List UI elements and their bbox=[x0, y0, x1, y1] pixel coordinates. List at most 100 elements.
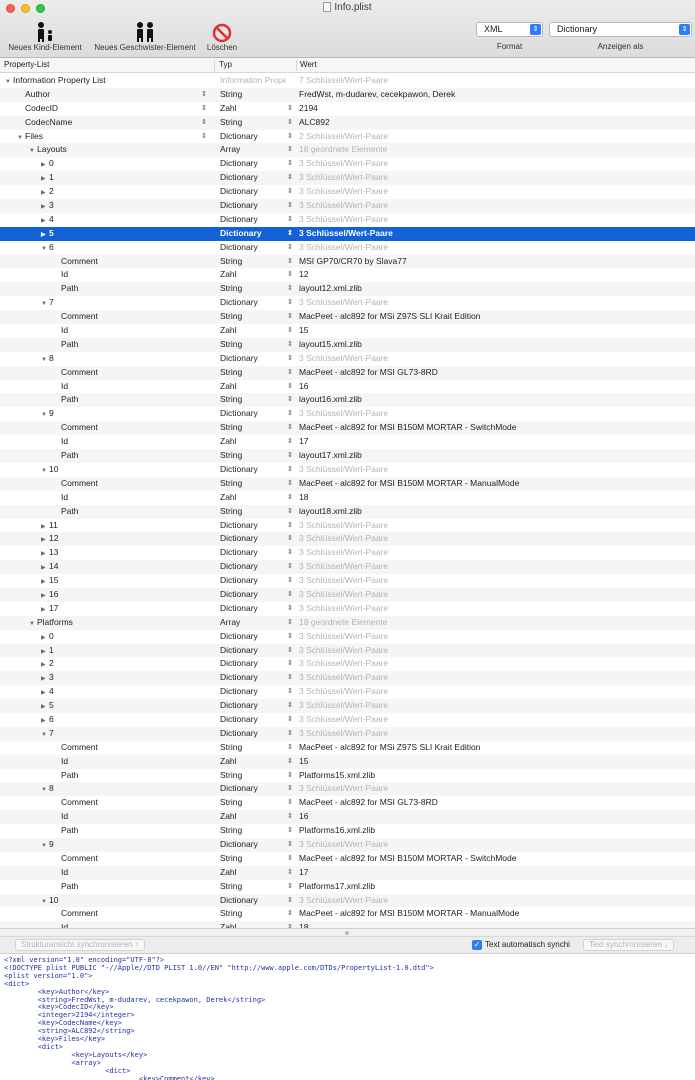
row-type[interactable]: Dictionary bbox=[220, 227, 286, 241]
row-type[interactable]: Dictionary bbox=[220, 560, 286, 574]
outline-row[interactable]: ▼ Information Property List Information Pr… bbox=[0, 74, 695, 88]
row-key[interactable]: Path bbox=[0, 824, 212, 838]
row-key[interactable]: Path bbox=[0, 449, 212, 463]
row-type[interactable]: Dictionary bbox=[220, 296, 286, 310]
type-popup-arrows-icon[interactable]: ⇕ bbox=[287, 894, 293, 908]
type-popup-arrows-icon[interactable]: ⇕ bbox=[287, 282, 293, 296]
type-popup-arrows-icon[interactable]: ⇕ bbox=[287, 699, 293, 713]
row-type[interactable]: String bbox=[220, 852, 286, 866]
outline-row[interactable]: ▶ 2 Dictionary ⇕ 3 Schlüssel/Wert-Paare bbox=[0, 657, 695, 671]
row-value[interactable]: 3 Schlüssel/Wert-Paare bbox=[299, 699, 388, 713]
outline-row[interactable]: ▶ 3 Dictionary ⇕ 3 Schlüssel/Wert-Paare bbox=[0, 671, 695, 686]
row-value[interactable]: MacPeet - alc892 for MSI B150M MORTAR - … bbox=[299, 907, 519, 921]
row-type[interactable]: Dictionary bbox=[220, 588, 286, 602]
row-type[interactable]: String bbox=[220, 880, 286, 894]
row-value[interactable]: ALC892 bbox=[299, 116, 330, 130]
row-type[interactable]: Dictionary bbox=[220, 199, 286, 213]
row-key[interactable]: Path bbox=[0, 880, 212, 894]
row-value[interactable]: 3 Schlüssel/Wert-Paare bbox=[299, 588, 388, 602]
type-popup-arrows-icon[interactable]: ⇕ bbox=[287, 588, 293, 602]
type-popup-arrows-icon[interactable]: ⇕ bbox=[287, 352, 293, 366]
row-value[interactable]: 3 Schlüssel/Wert-Paare bbox=[299, 407, 388, 421]
row-type[interactable]: Dictionary bbox=[220, 644, 286, 658]
row-key[interactable]: Path bbox=[0, 338, 212, 352]
row-value[interactable]: 3 Schlüssel/Wert-Paare bbox=[299, 463, 388, 477]
type-popup-arrows-icon[interactable]: ⇕ bbox=[287, 296, 293, 310]
row-key[interactable]: Comment bbox=[0, 796, 212, 810]
type-popup-arrows-icon[interactable]: ⇕ bbox=[287, 449, 293, 463]
key-popup-arrows-icon[interactable]: ⇕ bbox=[201, 102, 207, 116]
type-popup-arrows-icon[interactable]: ⇕ bbox=[287, 532, 293, 546]
type-popup-arrows-icon[interactable]: ⇕ bbox=[287, 241, 293, 255]
outline-row[interactable]: CodecID ⇕ Zahl ⇕ 2194 bbox=[0, 102, 695, 116]
row-key[interactable]: Id bbox=[0, 380, 212, 394]
key-popup-arrows-icon[interactable]: ⇕ bbox=[201, 88, 207, 102]
row-value[interactable]: 15 bbox=[299, 324, 308, 338]
outline-row[interactable]: ▶ 16 Dictionary ⇕ 3 Schlüssel/Wert-Paare bbox=[0, 587, 695, 602]
row-value[interactable]: Platforms17.xml.zlib bbox=[299, 880, 375, 894]
type-popup-arrows-icon[interactable]: ⇕ bbox=[287, 546, 293, 560]
key-popup-arrows-icon[interactable]: ⇕ bbox=[201, 130, 207, 144]
outline-row[interactable]: ▼ 10 Dictionary ⇕ 3 Schlüssel/Wert-Paare bbox=[0, 463, 695, 477]
outline-row[interactable]: ▶ 2 Dictionary ⇕ 3 Schlüssel/Wert-Paare bbox=[0, 185, 695, 199]
outline-row[interactable]: ▶ 14 Dictionary ⇕ 3 Schlüssel/Wert-Paare bbox=[0, 560, 695, 575]
row-type[interactable]: Dictionary bbox=[220, 685, 286, 699]
row-key[interactable]: Comment bbox=[0, 907, 212, 921]
outline-row[interactable]: Comment String ⇕ MacPeet - alc892 for MSI B… bbox=[0, 421, 695, 436]
row-type[interactable]: Array bbox=[220, 616, 286, 630]
outline-row[interactable]: Id Zahl ⇕ 16 bbox=[0, 380, 695, 394]
outline-row[interactable]: ▼ 6 Dictionary ⇕ 3 Schlüssel/Wert-Paare bbox=[0, 241, 695, 255]
type-popup-arrows-icon[interactable]: ⇕ bbox=[287, 255, 293, 269]
row-value[interactable]: MacPeet - alc892 for MSI GL73-8RD bbox=[299, 366, 438, 380]
type-popup-arrows-icon[interactable]: ⇕ bbox=[287, 227, 293, 241]
type-popup-arrows-icon[interactable]: ⇕ bbox=[287, 810, 293, 824]
row-type[interactable]: Dictionary bbox=[220, 727, 286, 741]
row-value[interactable]: MSI GP70/CR70 by Slava77 bbox=[299, 255, 407, 269]
column-divider[interactable] bbox=[214, 60, 215, 71]
type-popup-arrows-icon[interactable]: ⇕ bbox=[287, 616, 293, 630]
row-type[interactable]: Zahl bbox=[220, 435, 286, 449]
row-value[interactable]: 3 Schlüssel/Wert-Paare bbox=[299, 782, 388, 796]
outline-row[interactable]: Path String ⇕ Platforms15.xml.zlib bbox=[0, 769, 695, 783]
row-value[interactable]: 3 Schlüssel/Wert-Paare bbox=[299, 185, 388, 199]
row-value[interactable]: layout12.xml.zlib bbox=[299, 282, 362, 296]
type-popup-arrows-icon[interactable]: ⇕ bbox=[287, 755, 293, 769]
outline-row[interactable]: Path String ⇕ layout12.xml.zlib bbox=[0, 282, 695, 297]
row-type[interactable]: Zahl bbox=[220, 102, 286, 116]
outline-row[interactable]: Path String ⇕ layout15.xml.zlib bbox=[0, 337, 695, 352]
row-key[interactable]: Id bbox=[0, 491, 212, 505]
row-value[interactable]: 3 Schlüssel/Wert-Paare bbox=[299, 227, 393, 241]
column-key-header[interactable]: Property-List bbox=[4, 60, 49, 69]
column-value-header[interactable]: Wert bbox=[300, 60, 317, 69]
row-type[interactable]: String bbox=[220, 116, 286, 130]
type-popup-arrows-icon[interactable]: ⇕ bbox=[287, 505, 293, 519]
row-value[interactable]: 3 Schlüssel/Wert-Paare bbox=[299, 894, 388, 908]
outline-row[interactable]: ▶ 15 Dictionary ⇕ 3 Schlüssel/Wert-Paare bbox=[0, 574, 695, 588]
row-value[interactable]: layout16.xml.zlib bbox=[299, 393, 362, 407]
format-popup[interactable]: XML ⇕ bbox=[476, 22, 543, 37]
row-value[interactable]: MacPeet - alc892 for MSi Z97S SLI Krait … bbox=[299, 741, 480, 755]
type-popup-arrows-icon[interactable]: ⇕ bbox=[287, 796, 293, 810]
new-sibling-button[interactable]: Neues Geschwister-Element bbox=[89, 19, 201, 52]
outline-row[interactable]: Path String ⇕ layout17.xml.zlib bbox=[0, 449, 695, 463]
row-key[interactable]: Id bbox=[0, 268, 212, 282]
column-divider[interactable] bbox=[296, 60, 297, 71]
outline-row[interactable]: Id Zahl ⇕ 16 bbox=[0, 810, 695, 825]
row-value[interactable]: 3 Schlüssel/Wert-Paare bbox=[299, 532, 388, 546]
type-popup-arrows-icon[interactable]: ⇕ bbox=[287, 644, 293, 658]
outline-row[interactable]: ▼ 7 Dictionary ⇕ 3 Schlüssel/Wert-Paare bbox=[0, 726, 695, 741]
row-type[interactable]: Dictionary bbox=[220, 894, 286, 908]
row-type[interactable]: Dictionary bbox=[220, 782, 286, 796]
outline-row[interactable]: Path String ⇕ Platforms16.xml.zlib bbox=[0, 824, 695, 838]
type-popup-arrows-icon[interactable]: ⇕ bbox=[287, 685, 293, 699]
row-type[interactable]: String bbox=[220, 741, 286, 755]
row-value[interactable]: 3 Schlüssel/Wert-Paare bbox=[299, 838, 388, 852]
outline-row[interactable]: Comment String ⇕ MSI GP70/CR70 by Slava77 bbox=[0, 254, 695, 269]
row-value[interactable]: 18 geordnete Elemente bbox=[299, 616, 387, 630]
type-popup-arrows-icon[interactable]: ⇕ bbox=[287, 393, 293, 407]
type-popup-arrows-icon[interactable]: ⇕ bbox=[287, 185, 293, 199]
type-popup-arrows-icon[interactable]: ⇕ bbox=[287, 713, 293, 727]
row-key[interactable]: Id bbox=[0, 866, 212, 880]
type-popup-arrows-icon[interactable]: ⇕ bbox=[287, 157, 293, 171]
row-value[interactable]: MacPeet - alc892 for MSI B150M MORTAR - … bbox=[299, 852, 516, 866]
